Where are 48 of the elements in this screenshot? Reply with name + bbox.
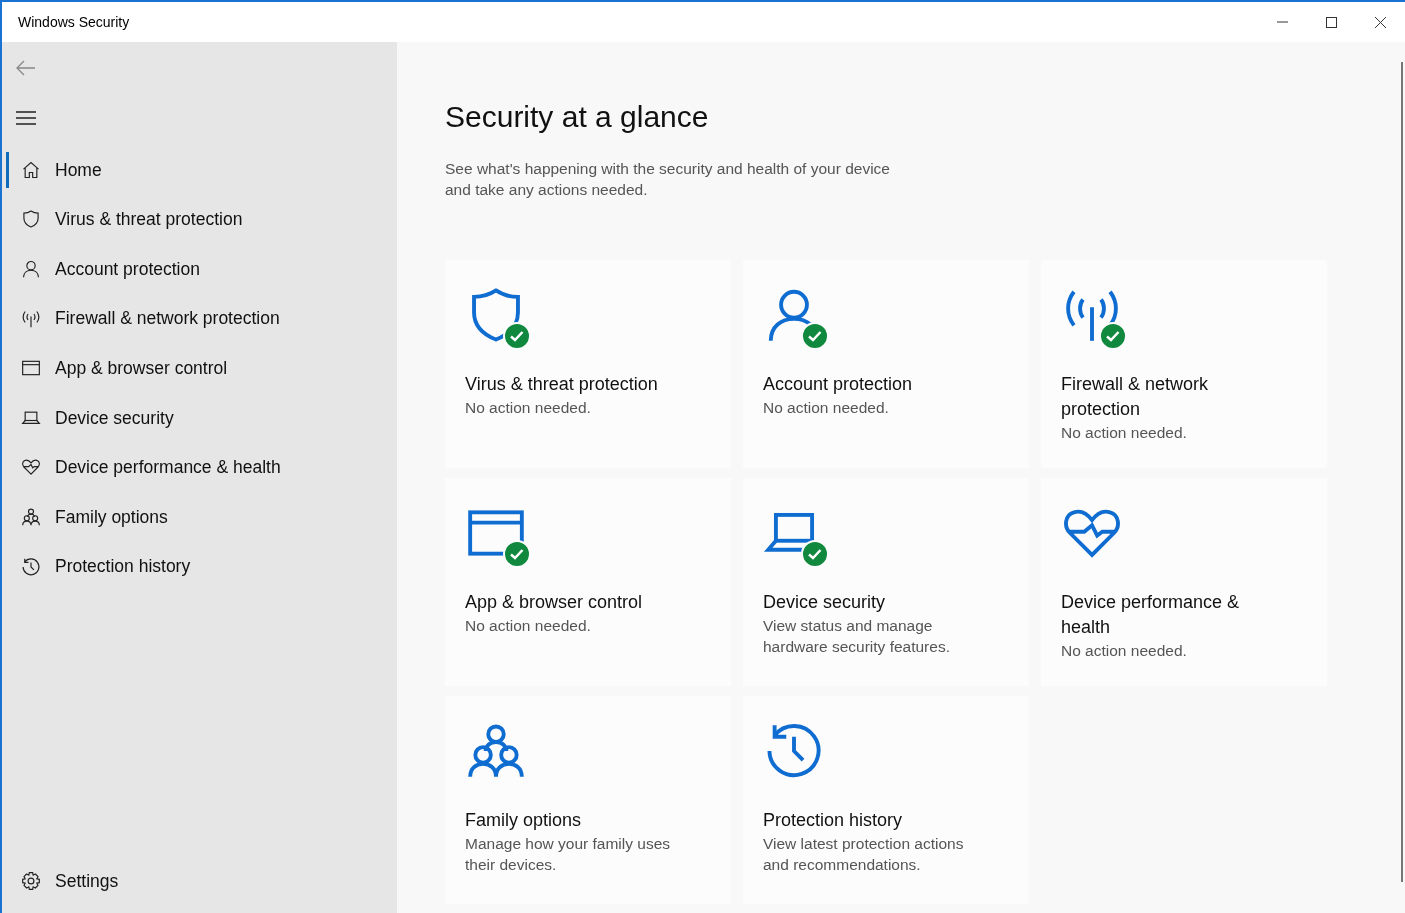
sidebar-item[interactable]: Device security [6, 399, 397, 436]
sidebar-item[interactable]: App & browser control [6, 350, 397, 386]
status-card[interactable]: Virus & threat protection No action needed. [445, 260, 731, 468]
status-card[interactable]: Firewall & network protection No action needed. [1041, 260, 1327, 468]
card-title: Virus & threat protection [465, 373, 659, 396]
card-status: No action needed. [465, 398, 592, 418]
card-title: Family options [465, 809, 583, 832]
card-status: No action needed. [465, 616, 592, 636]
sidebar-item[interactable]: Family options [6, 499, 397, 535]
home-icon [21, 159, 41, 180]
status-card[interactable]: Device performance & health No action needed. [1041, 478, 1327, 686]
page-heading: Security at a glance [445, 102, 710, 132]
settings-item[interactable]: Settings [6, 863, 397, 899]
card-status: No action needed. [1061, 423, 1188, 443]
antenna-icon [21, 308, 41, 329]
sidebar-item[interactable]: Account protection [6, 251, 397, 287]
card-title: Device security [763, 591, 887, 614]
card-title: Protection history [763, 809, 904, 832]
card-status: Manage how your family uses their devices. [465, 834, 672, 875]
window-title: Windows Security [18, 12, 130, 32]
card-status: View status and manage hardware security features. [763, 616, 951, 657]
status-card[interactable]: App & browser control No action needed. [445, 478, 731, 686]
card-status: No action needed. [763, 398, 890, 418]
card-status: View latest protection actions and recommendations. [763, 834, 965, 875]
status-card[interactable]: Protection history View latest protection actions and recommendations. [743, 696, 1029, 904]
settings-icon [21, 871, 41, 891]
status-card[interactable]: Account protection No action needed. [743, 260, 1029, 468]
minimize-icon [1277, 21, 1288, 23]
menu-icon [16, 111, 36, 125]
back-arrow-icon [16, 60, 36, 76]
family-icon [21, 506, 41, 527]
sidebar-item[interactable]: Virus & threat protection [6, 201, 397, 238]
card-title: Firewall & network protection [1061, 373, 1210, 421]
shield-icon [21, 209, 41, 230]
sidebar-item[interactable]: Protection history [6, 548, 397, 585]
person-icon [21, 259, 41, 279]
page-subtitle: See what's happening with the security and health of your device and take any actions needed. [445, 159, 891, 200]
card-title: App & browser control [465, 591, 644, 614]
close-icon [1375, 16, 1386, 28]
card-status: No action needed. [1061, 641, 1188, 661]
card-title: Device performance & health [1061, 591, 1241, 639]
sidebar-item[interactable]: Firewall & network protection [6, 300, 397, 337]
card-title: Account protection [763, 373, 914, 396]
status-card[interactable]: Device security View status and manage hardware security features. [743, 478, 1029, 686]
maximize-icon [1326, 16, 1337, 28]
sidebar-item[interactable]: Device performance & health [6, 449, 397, 486]
history-icon [21, 556, 41, 577]
status-card[interactable]: Family options Manage how your family uses their devices. [445, 696, 731, 904]
